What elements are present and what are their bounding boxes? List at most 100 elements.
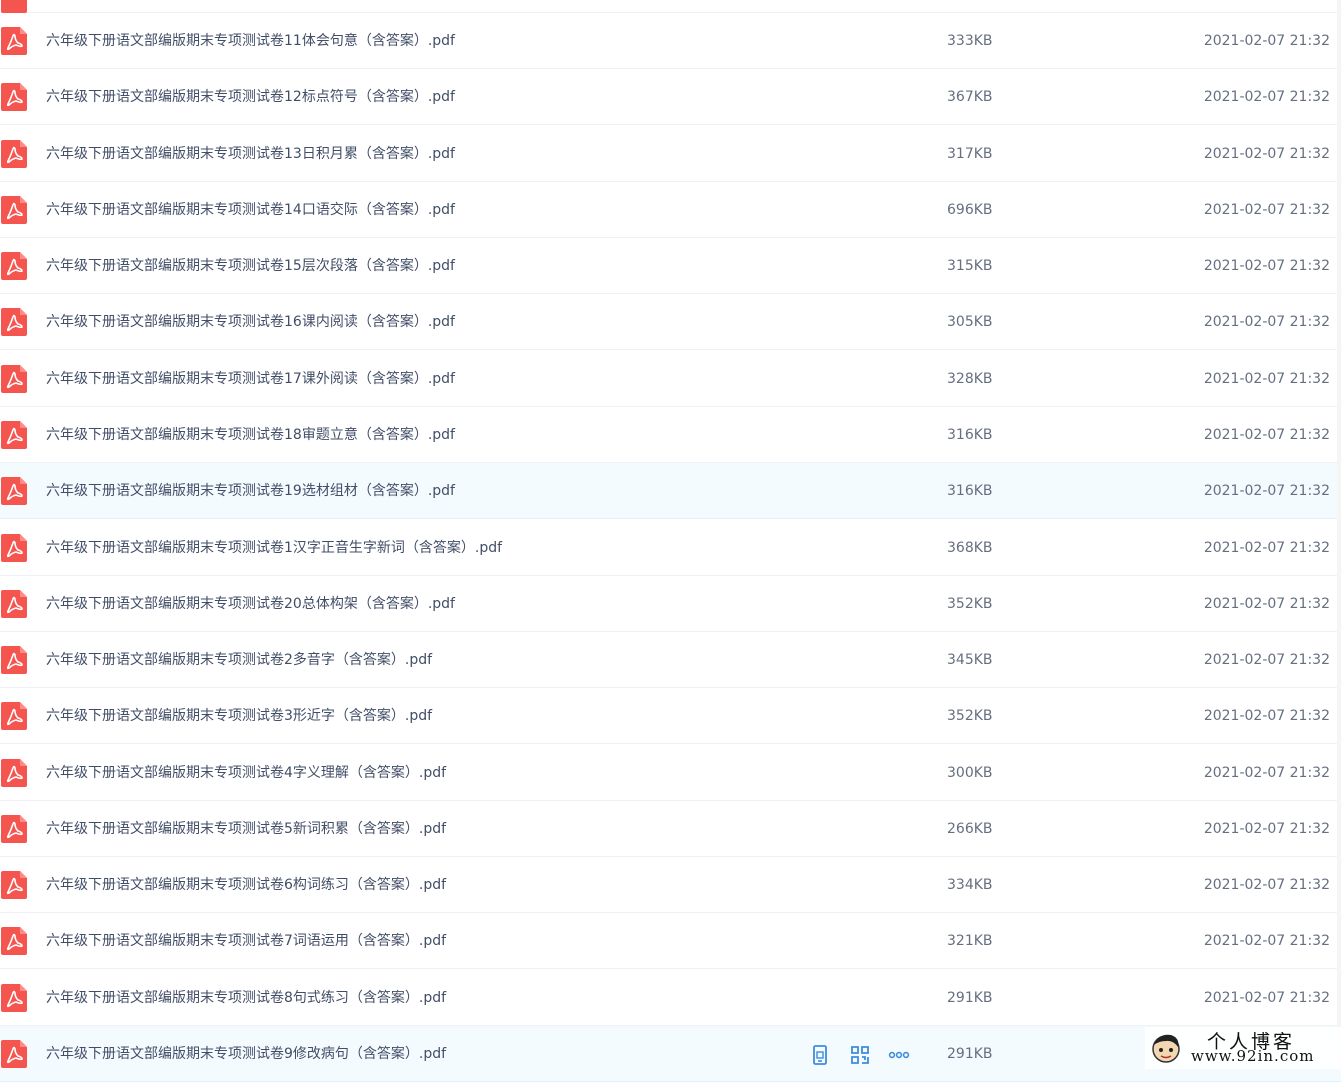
file-name[interactable]: 六年级下册语文部编版期末专项测试卷15层次段落（含答案）.pdf: [46, 238, 455, 294]
file-name[interactable]: 六年级下册语文部编版期末专项测试卷19选材组材（含答案）.pdf: [46, 463, 455, 519]
file-size: 333KB: [947, 33, 993, 49]
file-modified-time: 2021-02-07 21:32: [1203, 33, 1330, 49]
file-row[interactable]: 六年级下册语文部编版期末专项测试卷15层次段落（含答案）.pdf 315KB 202…: [0, 238, 1341, 295]
file-name[interactable]: 六年级下册语文部编版期末专项测试卷14口语交际（含答案）.pdf: [46, 182, 455, 238]
pdf-file-icon: [1, 983, 27, 1012]
file-size: 345KB: [947, 652, 993, 669]
file-size: 305KB: [947, 314, 993, 331]
file-size: 291KB: [947, 1046, 993, 1063]
file-size: 321KB: [947, 933, 993, 950]
pdf-file-icon: [1, 420, 27, 449]
pdf-file-icon: [1, 871, 27, 900]
file-row[interactable]: 六年级下册语文部编版期末专项测试卷8句式练习（含答案）.pdf 291KB 2021…: [0, 970, 1341, 1026]
file-modified-time: 2021-02-07 21:32: [1203, 370, 1330, 387]
file-row[interactable]: 六年级下册语文部编版期末专项测试卷19选材组材（含答案）.pdf 316KB 202…: [0, 463, 1341, 520]
file-size: 334KB: [947, 877, 993, 894]
file-size: 315KB: [947, 258, 993, 275]
file-modified-time: 2021-02-07 21:32: [1203, 258, 1330, 275]
file-size: 316KB: [947, 483, 993, 500]
file-name[interactable]: 六年级下册语文部编版期末专项测试卷18审题立意（含答案）.pdf: [46, 407, 455, 463]
pdf-file-icon: [1, 83, 27, 112]
watermark: 个人博客 www.92in.com: [1145, 1027, 1341, 1069]
file-modified-time: 2021-02-07 21:32: [1203, 933, 1330, 950]
file-row[interactable]: 六年级下册语文部编版期末专项测试卷20总体构架（含答案）.pdf 352KB 202…: [0, 576, 1341, 632]
file-row-partial[interactable]: [0, 0, 1341, 13]
watermark-avatar-icon: [1152, 1034, 1180, 1063]
file-row[interactable]: 六年级下册语文部编版期末专项测试卷11体会句意（含答案）.pdf 333KB 202…: [0, 13, 1341, 69]
file-name[interactable]: 六年级下册语文部编版期末专项测试卷9修改病句（含答案）.pdf: [46, 1026, 446, 1082]
pdf-file-icon: [1, 758, 27, 787]
phone-send-icon[interactable]: [808, 1043, 832, 1067]
pdf-file-icon: [1, 139, 27, 168]
file-modified-time: 2021-02-07 21:32: [1203, 595, 1330, 612]
file-row[interactable]: 六年级下册语文部编版期末专项测试卷2多音字（含答案）.pdf 345KB 2021-…: [0, 632, 1341, 689]
pdf-file-icon: [1, 477, 27, 506]
file-size: 300KB: [947, 764, 993, 781]
file-row[interactable]: 六年级下册语文部编版期末专项测试卷18审题立意（含答案）.pdf 316KB 202…: [0, 407, 1341, 463]
pdf-file-icon: [1, 814, 27, 843]
file-row[interactable]: 六年级下册语文部编版期末专项测试卷9修改病句（含答案）.pdf 291KB: [0, 1026, 1341, 1082]
file-modified-time: 2021-02-07 21:32: [1203, 764, 1330, 781]
file-row[interactable]: 六年级下册语文部编版期末专项测试卷1汉字正音生字新词（含答案）.pdf 368KB…: [0, 520, 1341, 576]
pdf-file-icon: [1, 27, 27, 55]
file-name[interactable]: 六年级下册语文部编版期末专项测试卷17课外阅读（含答案）.pdf: [46, 351, 455, 407]
file-row[interactable]: 六年级下册语文部编版期末专项测试卷13日积月累（含答案）.pdf 317KB 202…: [0, 126, 1341, 182]
file-size: 352KB: [947, 595, 993, 612]
watermark-url: www.92in.com: [1191, 1047, 1315, 1065]
file-modified-time: 2021-02-07 21:32: [1203, 201, 1330, 218]
file-name[interactable]: 六年级下册语文部编版期末专项测试卷1汉字正音生字新词（含答案）.pdf: [46, 520, 502, 576]
file-row[interactable]: 六年级下册语文部编版期末专项测试卷7词语运用（含答案）.pdf 321KB 2021…: [0, 913, 1341, 970]
file-name[interactable]: 六年级下册语文部编版期末专项测试卷13日积月累（含答案）.pdf: [46, 126, 455, 182]
pdf-file-icon: [1, 1040, 27, 1069]
more-options-icon[interactable]: [887, 1043, 911, 1067]
file-row[interactable]: 六年级下册语文部编版期末专项测试卷4字义理解（含答案）.pdf 300KB 2021…: [0, 745, 1341, 801]
pdf-file-icon: [1, 364, 27, 393]
file-row[interactable]: 六年级下册语文部编版期末专项测试卷3形近字（含答案）.pdf 352KB 2021-…: [0, 688, 1341, 745]
file-name[interactable]: 六年级下册语文部编版期末专项测试卷5新词积累（含答案）.pdf: [46, 801, 446, 857]
file-name[interactable]: 六年级下册语文部编版期末专项测试卷20总体构架（含答案）.pdf: [46, 576, 455, 632]
file-modified-time: 2021-02-07 21:32: [1203, 652, 1330, 669]
file-name[interactable]: 六年级下册语文部编版期末专项测试卷2多音字（含答案）.pdf: [46, 632, 432, 688]
file-size: 368KB: [947, 539, 993, 556]
file-modified-time: 2021-02-07 21:32: [1203, 426, 1330, 443]
pdf-file-icon: [1, 589, 27, 618]
file-name[interactable]: 六年级下册语文部编版期末专项测试卷4字义理解（含答案）.pdf: [46, 745, 446, 801]
file-modified-time: 2021-02-07 21:32: [1203, 483, 1330, 500]
file-modified-time: 2021-02-07 21:32: [1203, 989, 1330, 1006]
scrollbar[interactable]: [1337, 0, 1341, 1069]
file-modified-time: 2021-02-07 21:32: [1203, 145, 1330, 162]
file-row[interactable]: 六年级下册语文部编版期末专项测试卷12标点符号（含答案）.pdf 367KB 202…: [0, 69, 1341, 126]
file-modified-time: 2021-02-07 21:32: [1203, 820, 1330, 837]
file-row[interactable]: 六年级下册语文部编版期末专项测试卷6构词练习（含答案）.pdf 334KB 2021…: [0, 857, 1341, 914]
pdf-file-icon: [1, 702, 27, 731]
file-row[interactable]: 六年级下册语文部编版期末专项测试卷16课内阅读（含答案）.pdf 305KB 202…: [0, 294, 1341, 351]
file-size: 367KB: [947, 89, 993, 106]
file-name[interactable]: 六年级下册语文部编版期末专项测试卷12标点符号（含答案）.pdf: [46, 69, 455, 125]
file-size: 266KB: [947, 820, 993, 837]
file-name[interactable]: 六年级下册语文部编版期末专项测试卷7词语运用（含答案）.pdf: [46, 913, 446, 969]
qr-share-icon[interactable]: [848, 1043, 872, 1067]
file-size: 291KB: [947, 989, 993, 1006]
pdf-file-icon: [1, 646, 27, 675]
file-name[interactable]: 六年级下册语文部编版期末专项测试卷11体会句意（含答案）.pdf: [46, 13, 455, 69]
pdf-file-icon: [1, 0, 27, 13]
file-row[interactable]: 六年级下册语文部编版期末专项测试卷14口语交际（含答案）.pdf 696KB 202…: [0, 182, 1341, 238]
pdf-file-icon: [1, 308, 27, 337]
file-modified-time: 2021-02-07 21:32: [1203, 708, 1330, 725]
file-name[interactable]: 六年级下册语文部编版期末专项测试卷16课内阅读（含答案）.pdf: [46, 294, 455, 350]
file-size: 328KB: [947, 370, 993, 387]
file-name[interactable]: 六年级下册语文部编版期末专项测试卷3形近字（含答案）.pdf: [46, 688, 432, 744]
pdf-file-icon: [1, 195, 27, 224]
pdf-file-icon: [1, 252, 27, 281]
pdf-file-icon: [1, 533, 27, 562]
file-size: 352KB: [947, 708, 993, 725]
file-name[interactable]: 六年级下册语文部编版期末专项测试卷8句式练习（含答案）.pdf: [46, 970, 446, 1026]
file-row[interactable]: 六年级下册语文部编版期末专项测试卷5新词积累（含答案）.pdf 266KB 2021…: [0, 801, 1341, 857]
file-row[interactable]: 六年级下册语文部编版期末专项测试卷17课外阅读（含答案）.pdf 328KB 202…: [0, 351, 1341, 407]
file-modified-time: 2021-02-07 21:32: [1203, 877, 1330, 894]
pdf-file-icon: [1, 927, 27, 956]
file-size: 316KB: [947, 426, 993, 443]
file-size: 696KB: [947, 201, 993, 218]
file-modified-time: 2021-02-07 21:32: [1203, 539, 1330, 556]
file-name[interactable]: 六年级下册语文部编版期末专项测试卷6构词练习（含答案）.pdf: [46, 857, 446, 913]
